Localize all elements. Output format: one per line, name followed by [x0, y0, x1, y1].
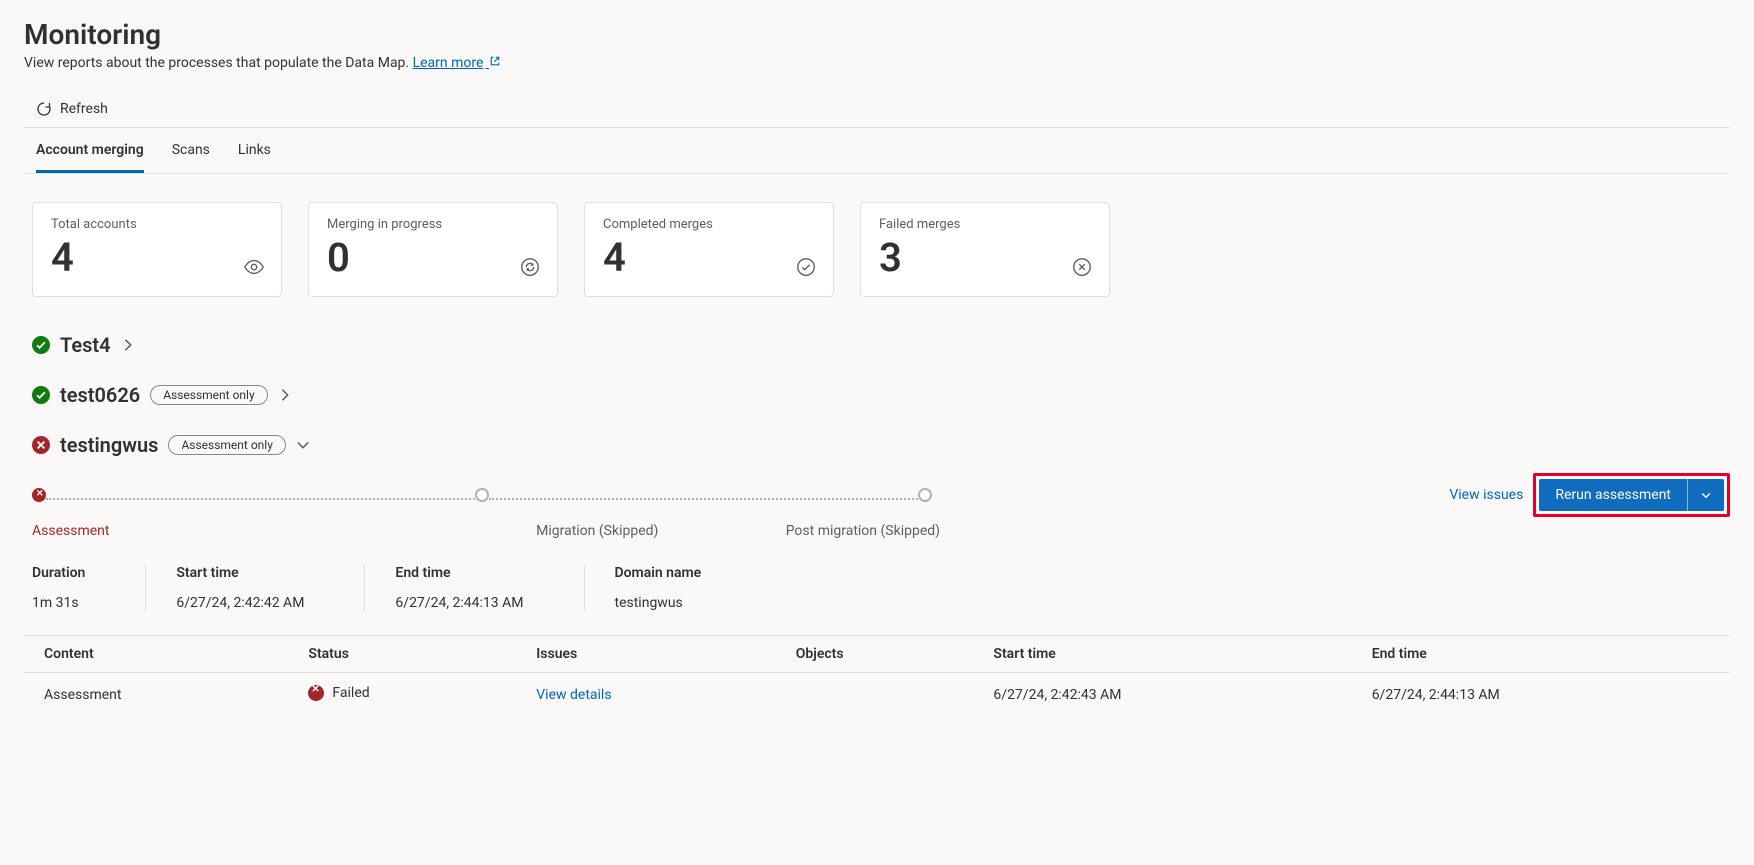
check-circle-icon	[795, 256, 817, 278]
stage-migration-label: Migration (Skipped)	[536, 523, 658, 539]
card-value: 4	[603, 238, 815, 278]
chevron-right-icon[interactable]	[278, 388, 292, 402]
tabs: Account merging Scans Links	[24, 128, 1730, 174]
highlight-annotation: Rerun assessment	[1533, 473, 1730, 517]
rerun-assessment-dropdown[interactable]	[1687, 479, 1724, 511]
eye-icon	[243, 256, 265, 278]
page-subtitle: View reports about the processes that po…	[24, 55, 1730, 71]
end-time-value: 6/27/24, 2:44:13 AM	[395, 595, 523, 611]
col-status[interactable]: Status	[288, 636, 516, 673]
stage-assessment-dot	[32, 488, 46, 502]
col-content[interactable]: Content	[24, 636, 288, 673]
x-circle-icon	[1071, 256, 1093, 278]
domain-name-value: testingwus	[615, 595, 702, 611]
cell-issues: View details	[516, 673, 775, 718]
status-text: Failed	[332, 685, 369, 701]
table-header-row: Content Status Issues Objects Start time…	[24, 636, 1730, 673]
card-value: 4	[51, 238, 263, 278]
stage-postmigration-label: Post migration (Skipped)	[786, 523, 940, 539]
chevron-right-icon[interactable]	[121, 338, 135, 352]
refresh-icon	[36, 101, 52, 117]
refresh-label: Refresh	[60, 101, 108, 117]
card-value: 0	[327, 238, 539, 278]
start-time-value: 6/27/24, 2:42:42 AM	[176, 595, 304, 611]
card-label: Merging in progress	[327, 217, 539, 232]
refresh-button[interactable]: Refresh	[24, 95, 1730, 127]
results-table: Content Status Issues Objects Start time…	[24, 635, 1730, 717]
account-row-test4[interactable]: Test4	[24, 327, 1730, 363]
subtitle-text: View reports about the processes that po…	[24, 55, 413, 71]
external-link-icon	[485, 55, 500, 71]
col-issues[interactable]: Issues	[516, 636, 775, 673]
card-total-accounts[interactable]: Total accounts 4	[32, 202, 282, 297]
table-row[interactable]: Assessment Failed View details 6/27/24, …	[24, 673, 1730, 718]
card-label: Completed merges	[603, 217, 815, 232]
duration-label: Duration	[32, 565, 85, 581]
stage-migration-dot	[475, 488, 489, 502]
success-icon	[32, 336, 50, 354]
cell-objects	[776, 673, 974, 718]
stage-connector	[489, 498, 918, 500]
card-failed-merges[interactable]: Failed merges 3	[860, 202, 1110, 297]
account-name: test0626	[60, 383, 140, 407]
card-value: 3	[879, 238, 1091, 278]
rerun-assessment-label: Rerun assessment	[1539, 479, 1687, 511]
stage-postmigration-dot	[918, 488, 932, 502]
account-name: Test4	[60, 333, 111, 357]
cell-status: Failed	[288, 673, 516, 718]
col-objects[interactable]: Objects	[776, 636, 974, 673]
card-merging-progress[interactable]: Merging in progress 0	[308, 202, 558, 297]
rerun-assessment-button[interactable]: Rerun assessment	[1539, 479, 1724, 511]
failed-icon	[308, 685, 324, 701]
account-name: testingwus	[60, 433, 158, 457]
detail-grid: Duration 1m 31s Start time 6/27/24, 2:42…	[32, 565, 1730, 611]
cell-content: Assessment	[24, 673, 288, 718]
duration-value: 1m 31s	[32, 595, 85, 611]
page-title: Monitoring	[24, 18, 1730, 51]
summary-cards: Total accounts 4 Merging in progress 0 C…	[24, 202, 1730, 297]
col-start-time[interactable]: Start time	[973, 636, 1351, 673]
view-details-link[interactable]: View details	[536, 687, 611, 703]
card-completed-merges[interactable]: Completed merges 4	[584, 202, 834, 297]
start-time-label: Start time	[176, 565, 304, 581]
tab-scans[interactable]: Scans	[172, 128, 210, 173]
card-label: Total accounts	[51, 217, 263, 232]
cell-end: 6/27/24, 2:44:13 AM	[1352, 673, 1730, 718]
stage-assessment-label: Assessment	[32, 523, 409, 539]
tab-account-merging[interactable]: Account merging	[36, 128, 144, 173]
stage-connector	[46, 498, 475, 500]
sync-icon	[519, 256, 541, 278]
domain-name-label: Domain name	[615, 565, 702, 581]
error-icon	[32, 436, 50, 454]
chevron-down-icon[interactable]	[296, 438, 310, 452]
learn-more-link[interactable]: Learn more	[413, 55, 501, 71]
stage-progress	[32, 488, 932, 502]
col-end-time[interactable]: End time	[1352, 636, 1730, 673]
assessment-only-chip: Assessment only	[150, 385, 267, 405]
view-issues-link[interactable]: View issues	[1449, 487, 1523, 503]
card-label: Failed merges	[879, 217, 1091, 232]
success-icon	[32, 386, 50, 404]
assessment-only-chip: Assessment only	[168, 435, 285, 455]
end-time-label: End time	[395, 565, 523, 581]
cell-start: 6/27/24, 2:42:43 AM	[973, 673, 1351, 718]
account-row-test0626[interactable]: test0626 Assessment only	[24, 377, 1730, 413]
account-row-testingwus[interactable]: testingwus Assessment only	[24, 427, 1730, 463]
tab-links[interactable]: Links	[238, 128, 271, 173]
